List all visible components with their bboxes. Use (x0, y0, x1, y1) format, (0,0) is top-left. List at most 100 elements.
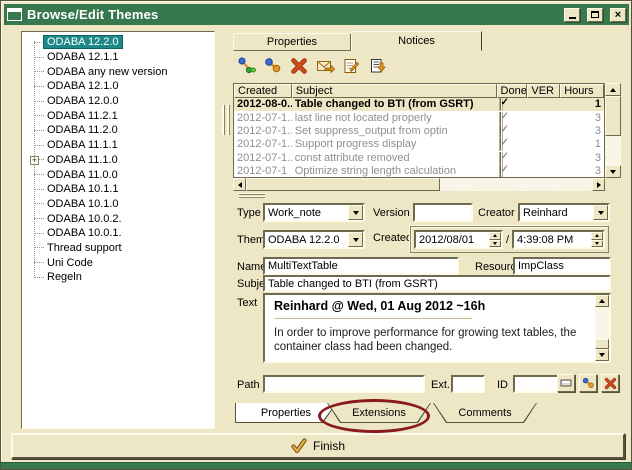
titlebar: Browse/Edit Themes × (4, 4, 629, 25)
done-cell[interactable]: ✓ (497, 138, 528, 151)
delete-icon[interactable] (289, 56, 309, 76)
done-checkbox[interactable]: ✓ (500, 125, 502, 138)
horizontal-scroll-thumb[interactable] (246, 178, 440, 191)
type-combobox[interactable]: Work_note (263, 203, 365, 222)
new-relation-icon[interactable] (237, 56, 257, 76)
maximize-button[interactable] (587, 8, 603, 22)
done-cell[interactable]: ✓ (497, 165, 528, 178)
checkmark-icon: ✓ (501, 112, 509, 123)
scroll-right-button[interactable] (592, 178, 605, 191)
notice-row[interactable]: 2012-08-0...Table changed to BTI (from G… (234, 98, 604, 111)
tree-item-odaba-12-0-0[interactable]: ODABA 12.0.0 (24, 94, 214, 109)
chevron-down-icon[interactable] (348, 205, 363, 220)
link-items-icon[interactable] (263, 56, 283, 76)
tab-properties-top[interactable]: Properties (233, 33, 351, 51)
vertical-scroll-thumb[interactable] (605, 96, 621, 136)
tree-item-odaba-11-0-0[interactable]: ODABA 11.0.0 (24, 167, 214, 182)
created-time-spinner[interactable]: 4:39:08 PM (512, 230, 605, 249)
send-mail-icon[interactable] (315, 56, 335, 76)
done-checkbox[interactable]: ✓ (500, 165, 502, 178)
tree-item-odaba-12-1-0[interactable]: ODABA 12.1.0 (24, 79, 214, 94)
table-horizontal-scrollbar[interactable] (233, 178, 605, 191)
done-cell[interactable]: ✓ (497, 98, 528, 111)
chevron-down-icon[interactable] (348, 232, 363, 247)
scroll-down-button[interactable] (605, 165, 621, 178)
tree-item-odaba-10-1-1[interactable]: ODABA 10.1.1 (24, 182, 214, 197)
tree-item-odaba-any-new-version[interactable]: ODABA any new version (24, 64, 214, 79)
tree-connector (34, 233, 44, 234)
notice-row[interactable]: 2012-07-1...Support progress display✓1 (234, 138, 604, 151)
tree-item-odaba-11-1-1[interactable]: ODABA 11.1.1 (24, 138, 214, 153)
column-header-hours[interactable]: Hours (560, 84, 604, 98)
done-cell[interactable]: ✓ (497, 112, 528, 125)
tree-item-odaba-10-1-0[interactable]: ODABA 10.1.0 (24, 197, 214, 212)
spin-down-button[interactable] (591, 240, 603, 248)
column-header-created[interactable]: Created (234, 84, 292, 98)
delete-button[interactable] (601, 374, 619, 392)
spin-up-button[interactable] (489, 232, 501, 240)
tree-item-odaba-11-1-0[interactable]: +ODABA 11.1.0 (24, 153, 214, 168)
resource-field[interactable]: ImpClass (513, 257, 611, 275)
theme-tree[interactable]: ODABA 12.2.0 ODABA 12.1.1ODABA any new ve… (21, 31, 215, 429)
tree-item-odaba-10-0-1[interactable]: ODABA 10.0.1. (24, 226, 214, 241)
theme-combobox[interactable]: ODABA 12.2.0 (263, 230, 365, 249)
close-button[interactable]: × (610, 8, 626, 22)
text-vertical-scrollbar[interactable] (595, 295, 609, 361)
notice-row[interactable]: 2012-07-1Optimize string length calculat… (234, 165, 604, 178)
tree-item-regeln[interactable]: Regeln (24, 270, 214, 285)
version-field[interactable] (413, 203, 473, 222)
tree-item-odaba-12-2-0[interactable]: ODABA 12.2.0 (24, 35, 214, 50)
created-date-spinner[interactable]: 2012/08/01 (414, 230, 503, 249)
horizontal-splitter[interactable] (239, 193, 265, 199)
scroll-left-button[interactable] (233, 178, 246, 191)
minimize-button[interactable] (564, 8, 580, 22)
done-cell[interactable]: ✓ (497, 152, 528, 165)
tree-item-uni-code[interactable]: Uni Code (24, 255, 214, 270)
notice-row[interactable]: 2012-07-1...last line not located proper… (234, 111, 604, 124)
tree-item-odaba-11-2-1[interactable]: ODABA 11.2.1 (24, 108, 214, 123)
spin-down-button[interactable] (489, 240, 501, 248)
edit-note-icon[interactable] (341, 56, 361, 76)
notice-row[interactable]: 2012-07-1...Set suppress_output from opt… (234, 125, 604, 138)
scroll-up-button[interactable] (605, 83, 621, 96)
names-field[interactable]: MultiTextTable (263, 257, 459, 275)
creator-combobox[interactable]: Reinhard (518, 203, 610, 222)
scroll-up-button[interactable] (595, 295, 609, 307)
tree-item-odaba-12-1-1[interactable]: ODABA 12.1.1 (24, 50, 214, 65)
finish-button[interactable]: Finish (11, 433, 625, 459)
column-header-subject[interactable]: Subject (292, 84, 497, 98)
subject-field[interactable]: Table changed to BTI (from GSRT) (263, 275, 611, 292)
delete-icon (604, 377, 617, 390)
done-checkbox[interactable]: ✓ (500, 98, 502, 111)
tab-notices[interactable]: Notices (351, 31, 482, 51)
chevron-down-icon[interactable] (593, 205, 608, 220)
ext-field[interactable] (451, 375, 485, 393)
notice-row[interactable]: 2012-07-1...const attribute removed✓3 (234, 152, 604, 165)
text-scroll-thumb[interactable] (595, 339, 609, 349)
tree-item-thread-support[interactable]: Thread support (24, 241, 214, 256)
expand-plus-icon[interactable]: + (30, 156, 39, 165)
text-editor[interactable]: Reinhard @ Wed, 01 Aug 2012 ~16h In orde… (263, 293, 611, 363)
vertical-splitter[interactable] (222, 105, 230, 135)
tab-extensions[interactable]: Extensions (327, 403, 431, 423)
copy-document-icon[interactable] (367, 56, 387, 76)
tree-item-odaba-11-2-0[interactable]: ODABA 11.2.0 (24, 123, 214, 138)
arrow-down-icon (599, 353, 605, 360)
scroll-down-button[interactable] (595, 349, 609, 361)
tree-item-odaba-10-0-2[interactable]: ODABA 10.0.2. (24, 211, 214, 226)
link-button[interactable] (579, 374, 597, 392)
column-header-done[interactable]: Done (497, 84, 528, 98)
done-checkbox[interactable]: ✓ (500, 112, 502, 125)
table-vertical-scrollbar[interactable] (605, 83, 621, 178)
tree-item-label: ODABA 12.2.0 (44, 36, 122, 48)
tab-comments[interactable]: Comments (433, 403, 537, 423)
spin-up-button[interactable] (591, 232, 603, 240)
done-cell[interactable]: ✓ (497, 125, 528, 138)
browse-button[interactable] (557, 374, 575, 392)
column-header-ver[interactable]: VER (527, 84, 560, 98)
done-checkbox[interactable]: ✓ (500, 152, 502, 165)
tab-properties-bottom[interactable]: Properties (235, 403, 337, 423)
notices-table[interactable]: Created Subject Done VER Hours 2012-08-0… (233, 83, 605, 178)
path-field[interactable] (263, 375, 425, 393)
done-checkbox[interactable]: ✓ (500, 138, 502, 151)
